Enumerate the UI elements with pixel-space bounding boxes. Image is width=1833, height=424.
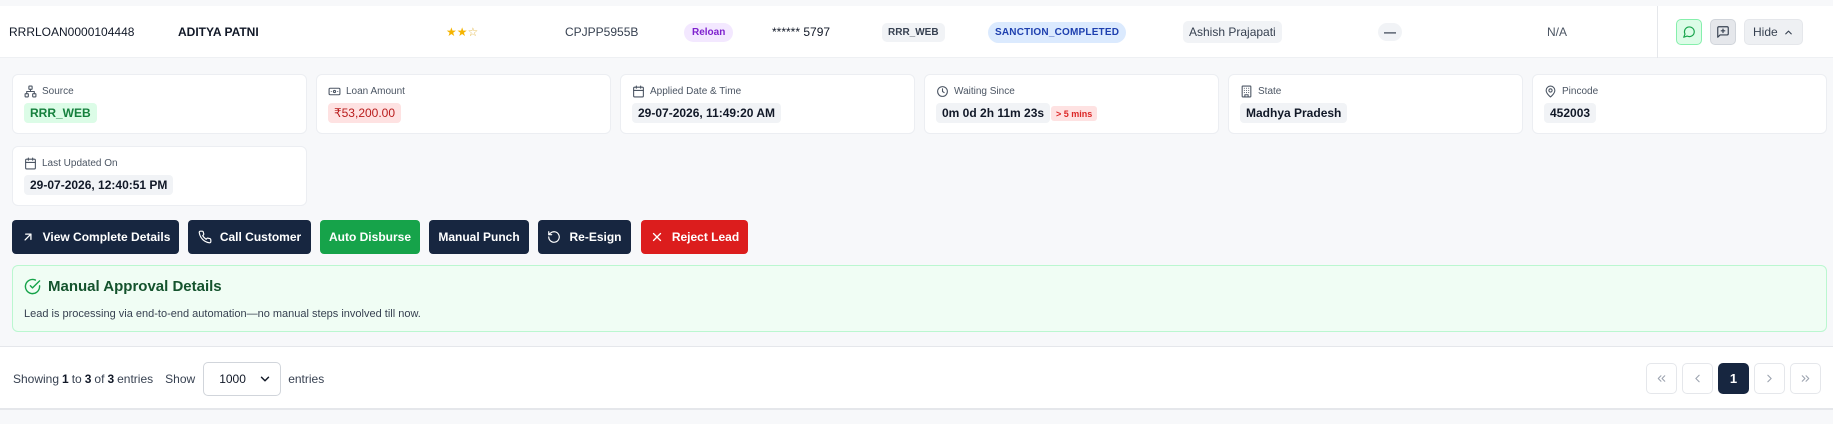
lead-row[interactable]: RRRLOAN0000104448 ADITYA PATNI ★ ★ ☆ CPJ… [0, 6, 1833, 58]
loan-amount-value: ₹53,200.00 [328, 103, 402, 123]
prev-page-button[interactable] [1682, 363, 1713, 394]
whatsapp-button[interactable] [1676, 19, 1702, 45]
pan-number: CPJPP5955B [565, 25, 639, 39]
phone-icon [198, 230, 212, 244]
view-complete-details-label: View Complete Details [42, 230, 171, 244]
waiting-since-value: 0m 0d 2h 11m 23s [936, 103, 1051, 123]
calendar-icon [633, 85, 644, 98]
chevron-left-icon [1695, 374, 1700, 383]
chat-icon [1717, 26, 1729, 38]
na-value: N/A [1547, 25, 1568, 39]
table-footer: Showing 1 to 3 of 3 entries Show 1000 en… [0, 346, 1833, 410]
page-size-select[interactable]: 1000 [203, 362, 282, 396]
cash-icon [328, 87, 341, 96]
re-esign-label: Re-Esign [569, 230, 622, 244]
showing-text: Showing [13, 372, 60, 386]
next-page-button[interactable] [1754, 363, 1785, 394]
star-icon: ★ [446, 25, 457, 39]
building-icon [1241, 85, 1252, 98]
manual-punch-button[interactable]: Manual Punch [429, 220, 529, 254]
pincode-value: 452003 [1544, 103, 1597, 123]
reject-lead-button[interactable]: Reject Lead [641, 220, 748, 254]
waiting-since-label: Waiting Since [954, 86, 1015, 97]
entries-info: Showing 1 to 3 of 3 entries Show 1000 en… [13, 347, 324, 411]
loan-type-badge: Reloan [684, 22, 734, 42]
applied-date-label: Applied Date & Time [650, 86, 742, 97]
row-actions: Hide [1657, 6, 1833, 58]
applied-date-card: Applied Date & Time 29-07-2026, 11:49:20… [620, 74, 915, 134]
last-updated-label: Last Updated On [42, 158, 118, 169]
chevron-down-icon [260, 376, 270, 382]
state-value: Madhya Pradesh [1240, 103, 1348, 123]
page-size-value: 1000 [219, 372, 246, 386]
assigned-agent: Ashish Prajapati [1183, 21, 1282, 43]
last-updated-value: 29-07-2026, 12:40:51 PM [24, 175, 174, 195]
loan-amount-card: Loan Amount ₹53,200.00 [316, 74, 611, 134]
source-badge: RRR_WEB [882, 22, 945, 42]
pincode-card: Pincode 452003 [1532, 74, 1827, 134]
last-page-button[interactable] [1790, 363, 1821, 394]
source-card: Source RRR_WEB [12, 74, 307, 134]
page-button-current[interactable]: 1 [1718, 363, 1749, 394]
view-complete-details-button[interactable]: View Complete Details [12, 220, 179, 254]
manual-approval-panel: Manual Approval Details Lead is processi… [12, 265, 1827, 332]
manual-approval-description: Lead is processing via end-to-end automa… [24, 308, 421, 320]
whatsapp-icon [1683, 26, 1695, 38]
call-customer-button[interactable]: Call Customer [188, 220, 311, 254]
total-count: 3 [107, 372, 115, 386]
chevron-up-icon [1784, 30, 1792, 34]
clock-icon [937, 86, 948, 97]
loan-id: RRRLOAN0000104448 [9, 25, 135, 39]
x-icon [652, 232, 661, 242]
manual-punch-label: Manual Punch [438, 230, 520, 244]
to-text: to [71, 372, 82, 386]
manual-approval-title: Manual Approval Details [48, 278, 222, 295]
of-text: of [94, 372, 105, 386]
empty-value-badge: — [1378, 23, 1402, 41]
masked-phone: ****** 5797 [772, 25, 831, 39]
source-value: RRR_WEB [24, 103, 97, 123]
re-esign-button[interactable]: Re-Esign [538, 220, 631, 254]
rating-stars: ★ ★ ☆ [446, 6, 478, 58]
first-page-button[interactable] [1646, 363, 1677, 394]
state-label: State [1258, 86, 1282, 97]
star-icon: ★ [456, 25, 468, 39]
source-icon [24, 85, 37, 98]
call-customer-label: Call Customer [219, 230, 302, 244]
waiting-since-card: Waiting Since 0m 0d 2h 11m 23s > 5 mins [924, 74, 1219, 134]
external-link-icon [24, 233, 32, 241]
check-circle-icon [24, 278, 41, 295]
state-card: State Madhya Pradesh [1228, 74, 1523, 134]
customer-name: ADITYA PATNI [178, 25, 259, 39]
source-label: Source [42, 86, 74, 97]
chevron-right-icon [1767, 374, 1772, 383]
show-label: Show [165, 372, 196, 386]
range-to: 3 [84, 372, 92, 386]
star-outline-icon: ☆ [467, 25, 479, 39]
chevrons-left-icon [1657, 375, 1666, 382]
range-from: 1 [62, 372, 69, 386]
calendar-icon [25, 157, 36, 170]
last-updated-card: Last Updated On 29-07-2026, 12:40:51 PM [12, 146, 307, 206]
chat-button[interactable] [1710, 19, 1736, 45]
loan-amount-label: Loan Amount [346, 86, 405, 97]
hide-details-button[interactable]: Hide [1744, 19, 1803, 45]
status-badge: SANCTION_COMPLETED [988, 21, 1127, 43]
pincode-label: Pincode [1562, 86, 1599, 97]
auto-disburse-label: Auto Disburse [328, 230, 411, 244]
waiting-duration: 0m 0d 2h 11m 23s [942, 106, 1045, 120]
refresh-icon [548, 231, 561, 243]
hide-label: Hide [1753, 25, 1778, 39]
auto-disburse-button[interactable]: Auto Disburse [320, 220, 420, 254]
entries-label: entries [288, 372, 325, 386]
pagination: 1 [1646, 363, 1821, 394]
reject-lead-label: Reject Lead [671, 230, 740, 244]
applied-date-value: 29-07-2026, 11:49:20 AM [632, 103, 781, 123]
chevrons-right-icon [1801, 375, 1810, 382]
waiting-alert-tag: > 5 mins [1051, 106, 1098, 121]
entries-text: entries [117, 372, 154, 386]
map-pin-icon [1545, 85, 1556, 98]
